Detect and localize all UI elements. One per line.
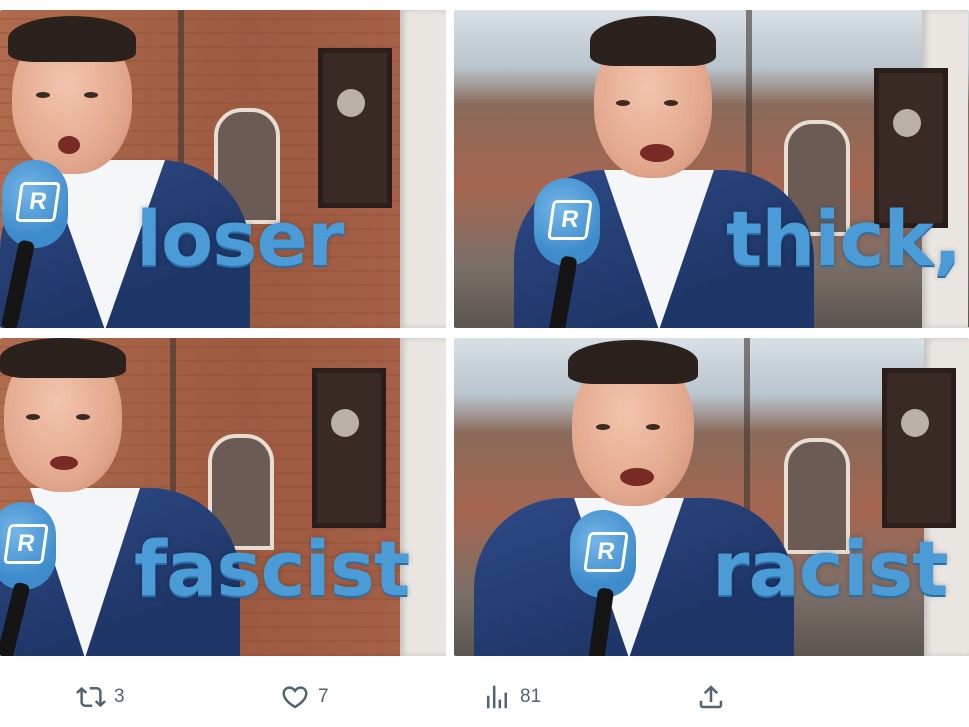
wall-sign: [312, 368, 386, 528]
media-panel-2[interactable]: R thick,: [454, 10, 969, 328]
tweet-action-bar: 3 7 81: [0, 670, 969, 727]
caption-text: thick,: [726, 194, 962, 283]
wall-post: [400, 10, 446, 328]
views-count: 81: [520, 686, 542, 707]
caption-text: loser: [136, 194, 345, 283]
retweet-icon: [76, 686, 106, 708]
analytics-icon: [487, 685, 507, 709]
wall-sign: [882, 368, 956, 528]
media-panel-3[interactable]: R fascist: [0, 338, 446, 656]
caption-text: racist: [712, 524, 948, 613]
like-count: 7: [318, 686, 329, 707]
heart-icon: [282, 686, 308, 709]
retweet-count: 3: [114, 686, 125, 707]
wall-sign: [318, 48, 392, 208]
media-panel-1[interactable]: R loser: [0, 10, 446, 328]
caption-text: fascist: [134, 524, 410, 613]
media-grid: R loser R thick, R fascist R racist: [0, 0, 969, 665]
retweet-button[interactable]: 3: [76, 680, 125, 714]
views-button[interactable]: 81: [482, 680, 541, 714]
like-button[interactable]: 7: [280, 680, 329, 714]
media-panel-4[interactable]: R racist: [454, 338, 969, 656]
share-icon: [699, 685, 723, 709]
share-button[interactable]: [696, 680, 726, 714]
